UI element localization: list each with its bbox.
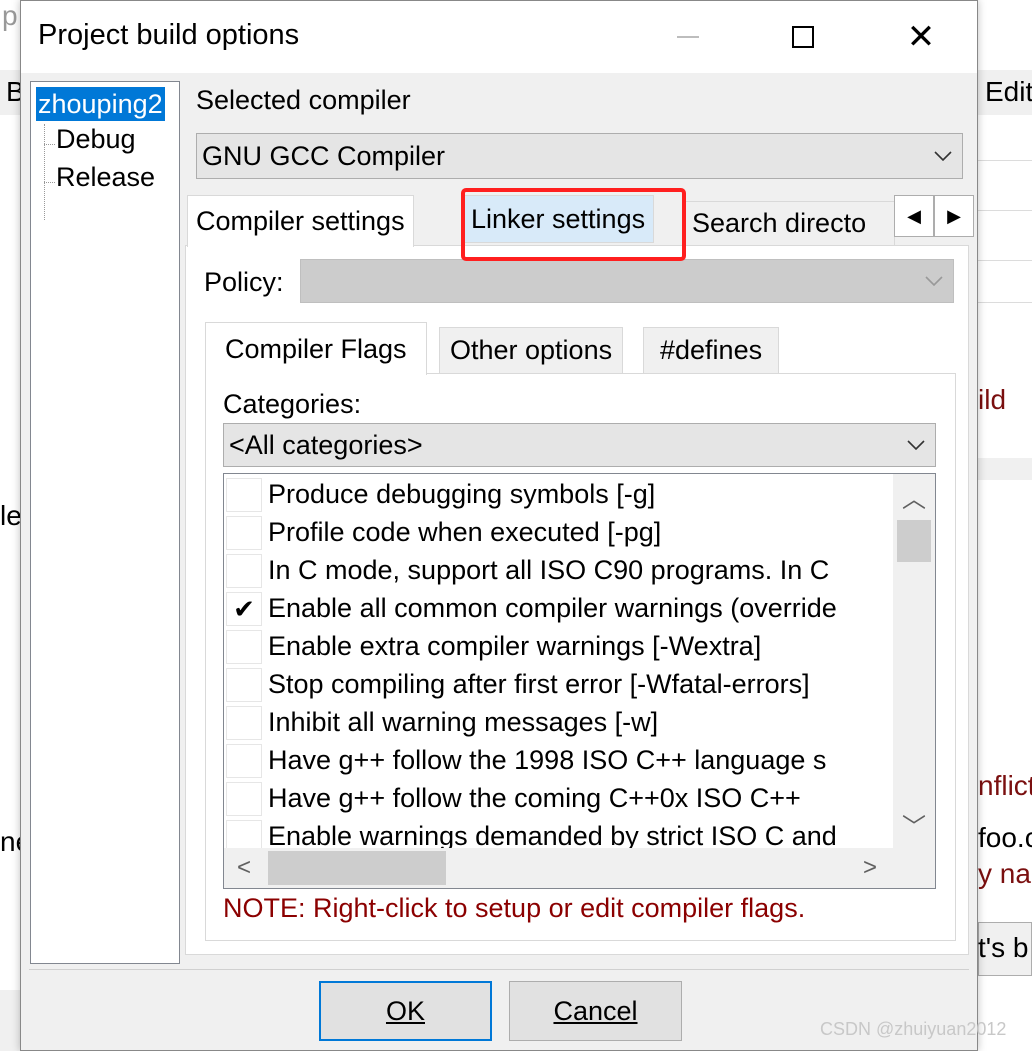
bg-strip <box>978 458 1032 480</box>
flag-label: Produce debugging symbols [-g] <box>268 479 656 509</box>
flag-label: In C mode, support all ISO C90 programs.… <box>268 555 830 585</box>
tree-item-release[interactable]: Release <box>56 162 155 193</box>
bg-button-fragment: t's b <box>978 932 1029 963</box>
selected-compiler-label: Selected compiler <box>196 85 411 115</box>
bg-title-fragment: p <box>2 0 18 31</box>
project-tree[interactable]: zhouping2 Debug Release <box>30 81 180 964</box>
compiler-flags-list[interactable]: Produce debugging symbols [-g] Profile co… <box>223 473 936 889</box>
close-button[interactable]: ✕ <box>881 1 961 73</box>
vertical-scrollbar[interactable]: ︿ ﹀ <box>893 474 935 848</box>
tab-scroll-right-button[interactable]: ▶ <box>934 195 974 237</box>
note-text: NOTE: Right-click to setup or edit compi… <box>223 893 806 923</box>
tree-connector <box>44 144 55 145</box>
bg-conflict-fragment: nflict <box>978 770 1032 801</box>
annotation-highlight <box>461 188 686 261</box>
ok-button[interactable]: OK <box>319 981 492 1041</box>
flag-row[interactable]: In C mode, support all ISO C90 programs.… <box>224 552 894 590</box>
bg-build-fragment: ild <box>978 384 1007 415</box>
flag-checkbox[interactable] <box>226 516 262 550</box>
chevron-down-icon <box>925 276 943 286</box>
tab-compiler-flags[interactable]: Compiler Flags <box>205 322 427 375</box>
compiler-select-value: GNU GCC Compiler <box>202 140 446 171</box>
horizontal-scroll-thumb[interactable] <box>268 851 446 885</box>
horizontal-scrollbar[interactable]: < > <box>224 848 935 888</box>
close-icon: ✕ <box>906 18 936 56</box>
watermark: CSDN @zhuiyuan2012 <box>820 1019 1007 1039</box>
scroll-left-icon[interactable]: < <box>224 848 264 888</box>
chevron-down-icon <box>934 151 952 161</box>
categories-label: Categories: <box>223 389 362 419</box>
categories-select[interactable]: <All categories> <box>223 423 936 467</box>
flag-label: Stop compiling after first error [-Wfata… <box>268 669 810 699</box>
bg-name-fragment: y nar <box>978 858 1032 889</box>
flag-row[interactable]: Profile code when executed [-pg] <box>224 514 894 552</box>
flag-row[interactable]: Inhibit all warning messages [-w] <box>224 704 894 742</box>
flag-checkbox[interactable] <box>226 478 262 512</box>
compiler-select[interactable]: GNU GCC Compiler <box>196 133 963 179</box>
bg-menu-edit[interactable]: Edit <box>985 76 1032 108</box>
cancel-button[interactable]: Cancel <box>509 981 682 1041</box>
ok-button-label: OK <box>385 995 425 1026</box>
flag-label: Inhibit all warning messages [-w] <box>268 707 659 737</box>
chevron-right-icon: ▶ <box>947 205 961 226</box>
maximize-icon <box>792 26 814 48</box>
flag-checkbox[interactable]: ✔ <box>226 592 262 626</box>
policy-label: Policy: <box>204 267 284 297</box>
flag-label: Have g++ follow the 1998 ISO C++ languag… <box>268 745 827 775</box>
title-bar[interactable]: Project build options ✕ <box>21 1 977 73</box>
footer-separator <box>29 969 969 970</box>
scroll-right-icon[interactable]: > <box>850 848 890 888</box>
flag-checkbox[interactable] <box>226 744 262 778</box>
chevron-left-icon: ◀ <box>907 205 921 226</box>
tree-item-debug[interactable]: Debug <box>56 124 136 155</box>
flag-row[interactable]: ✔ Enable all common compiler warnings (ov… <box>224 590 894 628</box>
flag-row[interactable]: Enable extra compiler warnings [-Wextra] <box>224 628 894 666</box>
bg-left-fragment: le <box>0 500 22 531</box>
vertical-scroll-thumb[interactable] <box>897 520 931 562</box>
bg-divider <box>978 302 1032 303</box>
tree-connector <box>44 182 55 183</box>
tab-search-directories[interactable]: Search directo <box>683 201 895 245</box>
flag-checkbox[interactable] <box>226 782 262 816</box>
flag-checkbox[interactable] <box>226 554 262 588</box>
cancel-button-label: Cancel <box>553 995 638 1026</box>
categories-select-value: <All categories> <box>229 429 423 460</box>
flag-row[interactable]: Stop compiling after first error [-Wfata… <box>224 666 894 704</box>
flag-label: Enable all common compiler warnings (ove… <box>268 593 837 623</box>
bg-divider <box>978 210 1032 211</box>
bg-divider <box>978 260 1032 261</box>
flag-row[interactable]: Have g++ follow the 1998 ISO C++ languag… <box>224 742 894 780</box>
flag-label: Have g++ follow the coming C++0x ISO C++ <box>268 783 801 813</box>
flag-checkbox[interactable] <box>226 706 262 740</box>
scrollbar-corner <box>893 848 935 888</box>
maximize-button[interactable] <box>763 1 843 73</box>
policy-select[interactable] <box>300 259 954 303</box>
tab-defines[interactable]: #defines <box>643 327 780 373</box>
dialog-title: Project build options <box>38 19 300 51</box>
tab-compiler-settings[interactable]: Compiler settings <box>187 195 414 247</box>
tab-other-options[interactable]: Other options <box>439 327 624 373</box>
flag-checkbox[interactable] <box>226 630 262 664</box>
flag-row[interactable]: Produce debugging symbols [-g] <box>224 476 894 514</box>
minimize-button[interactable] <box>648 1 728 73</box>
chevron-down-icon <box>907 440 925 450</box>
flag-label: Profile code when executed [-pg] <box>268 517 662 547</box>
tree-connector <box>44 124 45 220</box>
flag-checkbox[interactable] <box>226 668 262 702</box>
tab-scroll-left-button[interactable]: ◀ <box>894 195 934 237</box>
project-build-options-dialog: Project build options ✕ zhouping2 Debug … <box>20 0 978 1051</box>
scroll-down-icon[interactable]: ﹀ <box>893 804 935 844</box>
bg-foo-fragment: foo.c <box>978 822 1032 853</box>
scroll-up-icon[interactable]: ︿ <box>893 476 935 516</box>
flag-row[interactable]: Have g++ follow the coming C++0x ISO C++ <box>224 780 894 818</box>
tree-root-project[interactable]: zhouping2 <box>36 87 165 121</box>
minimize-icon <box>677 36 699 38</box>
bg-divider <box>978 160 1032 161</box>
checkmark-icon: ✔ <box>233 593 255 624</box>
flag-label: Enable extra compiler warnings [-Wextra] <box>268 631 762 661</box>
bg-status <box>0 990 22 1051</box>
tab-scroll-buttons: ◀ ▶ <box>894 195 974 237</box>
